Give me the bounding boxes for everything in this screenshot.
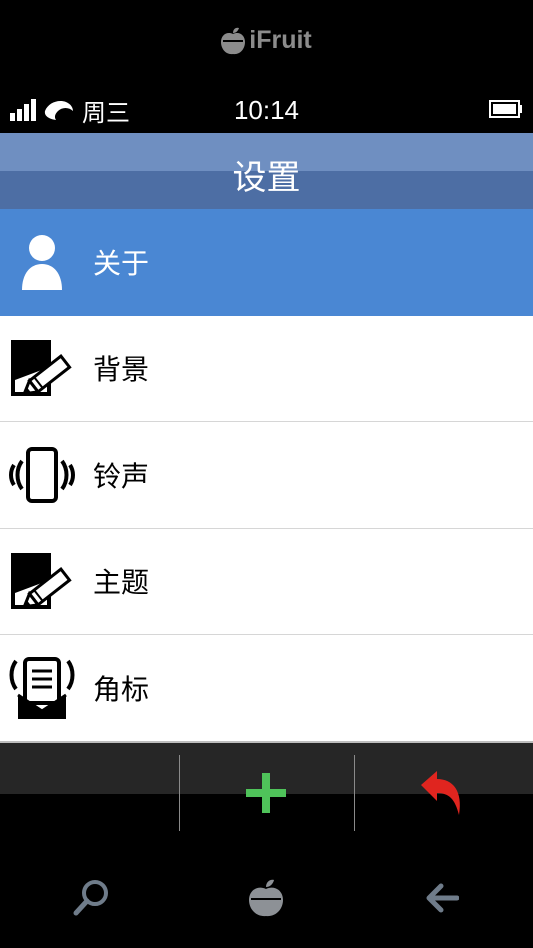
menu-item-about[interactable]: 关于 (0, 209, 533, 316)
back-button[interactable] (418, 874, 466, 922)
action-bar (0, 741, 533, 832)
vibrate-phone-icon (8, 441, 76, 509)
menu-item-badge[interactable]: 角标 (0, 635, 533, 742)
status-bar: 周三 10:14 (0, 88, 533, 133)
search-button[interactable] (67, 874, 115, 922)
page-title: 设置 (232, 158, 301, 198)
user-icon (8, 228, 76, 296)
edit-screen-icon (8, 334, 76, 402)
status-time: 10:14 (233, 95, 300, 125)
menu-item-background[interactable]: 背景 (0, 315, 533, 422)
add-button[interactable] (236, 763, 296, 823)
menu-item-ringtone[interactable]: 铃声 (0, 422, 533, 529)
action-divider (354, 755, 355, 831)
ifruit-home-icon (249, 879, 283, 917)
ifruit-logo-icon (221, 27, 246, 54)
brand-name: iFruit (249, 26, 312, 54)
phone-top-bezel: iFruit (0, 0, 533, 88)
action-divider (179, 755, 180, 831)
back-arrow-icon (426, 883, 459, 913)
battery-icon (489, 100, 522, 118)
undo-button[interactable] (412, 763, 472, 823)
settings-menu: 关于 背景 铃声 主题 角标 (0, 209, 533, 742)
menu-item-label: 角标 (93, 672, 150, 706)
menu-item-theme[interactable]: 主题 (0, 528, 533, 635)
menu-item-label: 主题 (93, 566, 150, 600)
brand-logo: iFruit (0, 26, 533, 55)
undo-arrow-icon (421, 771, 460, 815)
search-icon (73, 880, 108, 916)
menu-item-label: 背景 (93, 353, 150, 387)
menu-item-label: 关于 (93, 247, 150, 281)
home-button[interactable] (242, 874, 290, 922)
title-bar: 设置 (0, 133, 533, 209)
navigation-bar (0, 848, 533, 948)
notification-icon (8, 654, 76, 722)
edit-screen-icon (8, 547, 76, 615)
plus-icon (246, 773, 286, 813)
menu-item-label: 铃声 (93, 459, 150, 493)
